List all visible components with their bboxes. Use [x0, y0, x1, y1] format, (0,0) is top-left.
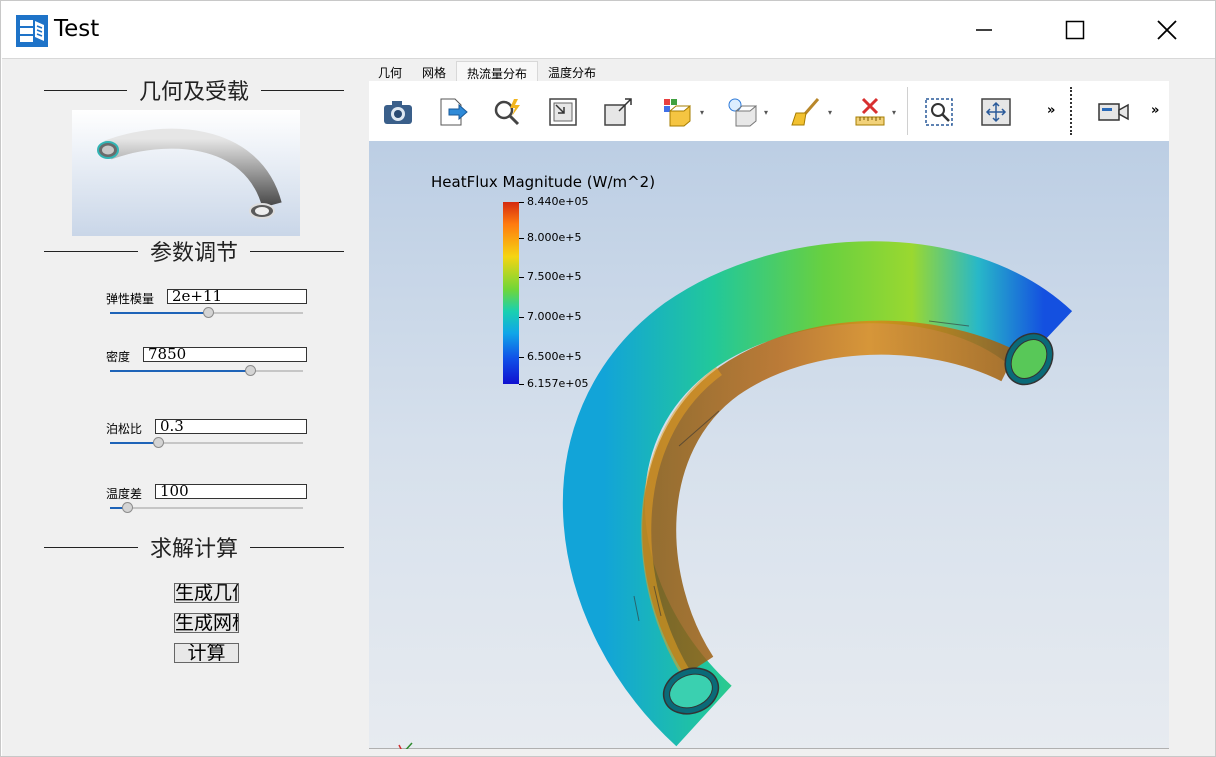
density-slider[interactable] [110, 365, 303, 377]
probe-button[interactable] [491, 95, 525, 129]
elastic-modulus-input[interactable]: 2e+11 [167, 289, 307, 304]
toolbar-separator [907, 87, 908, 135]
zoom-selection-icon [925, 98, 953, 126]
geometry-preview [72, 110, 300, 236]
solve-section-title: 求解计算 [150, 537, 239, 562]
reset-camera-button[interactable] [546, 95, 580, 129]
camera-icon [384, 101, 412, 124]
app-window: Test 几何及受载 参数调节 弹性模量 2e+11 密度 7850 泊松比 0… [0, 0, 1216, 757]
close-button[interactable] [1144, 1, 1190, 58]
export-icon [440, 98, 468, 126]
clear-icon [791, 98, 820, 126]
generate-geometry-button[interactable]: 生成几何 [174, 583, 239, 603]
client-area: 几何及受载 参数调节 弹性模量 2e+11 密度 7850 泊松比 0.3 温度… [2, 58, 1215, 756]
ruler-button[interactable] [853, 95, 887, 129]
window-title: Test [54, 16, 100, 42]
pan-button[interactable] [979, 95, 1013, 129]
close-icon [1157, 19, 1177, 40]
heatflux-pipe-render [398, 241, 1073, 749]
density-label: 密度 [106, 350, 131, 364]
title-bar[interactable]: Test [1, 1, 1215, 58]
toolbar-grip [1070, 87, 1072, 135]
zoom-box-icon [604, 98, 632, 126]
color-by-icon [664, 99, 691, 127]
slider-handle[interactable] [245, 365, 256, 376]
elastic-modulus-label: 弹性模量 [106, 292, 155, 306]
overflow-icon[interactable]: » [1151, 103, 1159, 118]
lighting-button[interactable] [725, 95, 759, 129]
left-panel: 几何及受载 参数调节 弹性模量 2e+11 密度 7850 泊松比 0.3 温度… [2, 59, 364, 757]
reset-camera-icon [549, 98, 577, 126]
zoom-selection-button[interactable] [923, 95, 957, 129]
temperature-diff-input[interactable]: 100 [155, 484, 307, 499]
slider-handle[interactable] [203, 307, 214, 318]
temperature-diff-label: 温度差 [106, 487, 143, 501]
clear-dropdown-icon[interactable]: ▾ [828, 108, 832, 117]
params-section-header: 参数调节 [44, 236, 345, 266]
slider-handle[interactable] [153, 437, 164, 448]
pipe-preview-image [97, 128, 282, 219]
maximize-button[interactable] [1052, 1, 1098, 58]
lighting-icon [728, 98, 757, 127]
compute-button[interactable]: 计算 [174, 643, 239, 663]
color-by-button[interactable] [661, 95, 695, 129]
maximize-icon [1065, 20, 1085, 39]
app-icon [16, 15, 48, 47]
tab-temperature[interactable]: 温度分布 [538, 61, 606, 81]
probe-icon [494, 99, 520, 126]
ruler-dropdown-icon[interactable]: ▾ [892, 108, 896, 117]
geometry-section-title: 几何及受载 [139, 80, 250, 105]
temperature-diff-slider[interactable] [110, 502, 303, 514]
solve-section-header: 求解计算 [44, 532, 345, 562]
clear-button[interactable] [789, 95, 823, 129]
params-section-title: 参数调节 [150, 241, 239, 266]
viewer-toolbar: ▾ ▾ ▾ ▾ » » [369, 81, 1169, 141]
zoom-to-box-button[interactable] [601, 95, 635, 129]
screenshot-button[interactable] [381, 95, 415, 129]
lighting-dropdown-icon[interactable]: ▾ [764, 108, 768, 117]
density-input[interactable]: 7850 [143, 347, 307, 362]
minimize-icon [976, 28, 992, 31]
record-video-button[interactable] [1097, 95, 1131, 129]
ruler-icon [855, 97, 885, 126]
tab-geometry[interactable]: 几何 [368, 61, 412, 81]
video-camera-icon [1098, 103, 1129, 121]
overflow-icon[interactable]: » [1047, 103, 1055, 118]
orientation-axes [398, 742, 413, 749]
poisson-ratio-slider[interactable] [110, 437, 303, 449]
pan-icon [981, 98, 1011, 126]
view-tabs: 几何 网格 热流量分布 温度分布 [368, 61, 606, 81]
tab-mesh[interactable]: 网格 [412, 61, 456, 81]
geometry-section-header: 几何及受载 [44, 75, 345, 105]
color-by-dropdown-icon[interactable]: ▾ [700, 108, 704, 117]
elastic-modulus-slider[interactable] [110, 307, 303, 319]
minimize-button[interactable] [961, 1, 1007, 58]
slider-handle[interactable] [122, 502, 133, 513]
render-viewport[interactable]: HeatFlux Magnitude (W/m^2) 8.440e+05 8.0… [369, 141, 1169, 749]
poisson-ratio-label: 泊松比 [106, 422, 143, 436]
export-button[interactable] [436, 95, 470, 129]
poisson-ratio-input[interactable]: 0.3 [155, 419, 307, 434]
tab-heat-flux[interactable]: 热流量分布 [456, 61, 539, 81]
generate-mesh-button[interactable]: 生成网格 [174, 613, 239, 633]
